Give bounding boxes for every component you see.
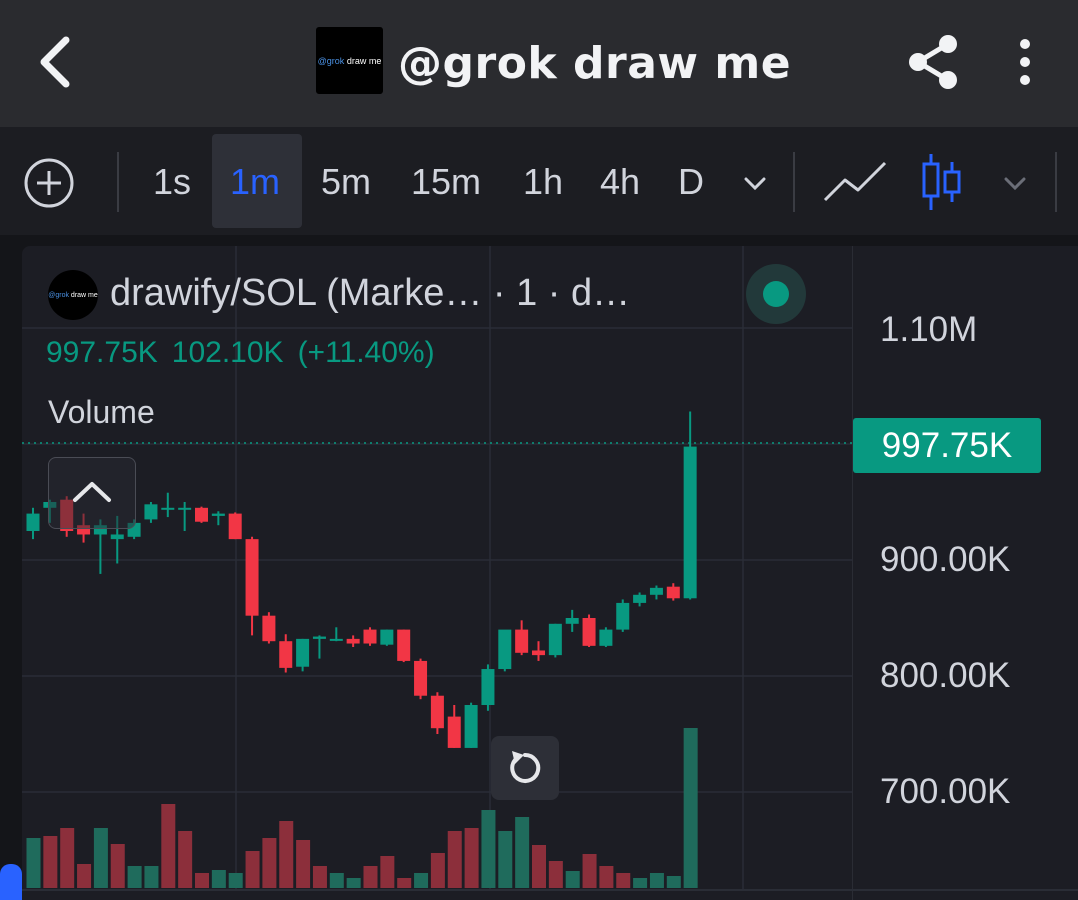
volume-bar <box>262 838 277 888</box>
reset-icon <box>510 751 541 783</box>
volume-bar <box>346 878 361 888</box>
volume-bar <box>43 836 58 888</box>
volume-bar <box>178 831 193 888</box>
volume-bar <box>279 821 294 888</box>
candle-body <box>380 629 394 645</box>
price-scale-label: 800.00K <box>880 656 1011 695</box>
candle-body <box>481 669 495 705</box>
symbol-logo-text-handle: @grok <box>48 291 69 299</box>
volume-bar <box>77 864 92 888</box>
candle-body <box>414 660 428 696</box>
candle-body <box>26 513 40 531</box>
volume-bar <box>498 831 513 888</box>
volume-bar <box>26 838 41 888</box>
last-price-label: 997.75K <box>853 418 1041 473</box>
reset-chart-button[interactable] <box>491 736 559 800</box>
candle-body <box>228 513 242 540</box>
volume-bar <box>127 866 142 888</box>
volume-bar <box>414 873 429 888</box>
symbol-title[interactable]: drawify/SOL (Marke… · 1 · d… <box>110 272 630 315</box>
volume-bar <box>430 853 445 888</box>
candle-body <box>532 650 545 656</box>
change-value: 102.10K <box>171 336 284 369</box>
candle-body <box>548 623 562 656</box>
volume-bar <box>599 866 614 888</box>
market-status-indicator[interactable] <box>746 264 806 324</box>
candle-body <box>649 587 663 595</box>
volume-legend-label: Volume <box>48 394 155 430</box>
chevron-up-icon <box>73 482 111 502</box>
candle-body <box>683 446 697 599</box>
volume-bar <box>633 878 648 888</box>
candle-body <box>110 534 124 540</box>
candle-body <box>498 629 512 670</box>
volume-bar <box>649 873 664 888</box>
candle-body <box>279 641 293 668</box>
candle-body <box>666 586 680 599</box>
candle-body <box>616 602 630 630</box>
candle-body <box>161 507 175 510</box>
symbol-logo: @grok draw me <box>48 270 98 320</box>
scroll-handle[interactable] <box>0 864 22 900</box>
volume-bar <box>312 866 327 888</box>
volume-bar <box>228 873 243 888</box>
candle-body <box>346 638 360 644</box>
volume-bar <box>464 828 479 888</box>
volume-bar <box>363 866 378 888</box>
volume-bar <box>329 873 344 888</box>
volume-bar <box>447 831 462 888</box>
price-scale-label: 900.00K <box>880 540 1011 579</box>
candle-body <box>397 629 411 661</box>
candle-body <box>178 507 192 510</box>
volume-bar <box>666 876 681 888</box>
volume-bar <box>582 854 597 888</box>
volume-bar <box>195 873 209 888</box>
candle-body <box>144 504 158 520</box>
collapse-legend-button[interactable] <box>48 457 136 529</box>
volume-bar <box>296 840 311 888</box>
volume-bar <box>481 810 496 888</box>
change-percent: (+11.40%) <box>297 336 435 369</box>
ohlc-values: 997.75K 102.10K (+11.40%) <box>46 336 449 370</box>
candle-body <box>515 629 529 653</box>
candle-body <box>195 507 208 522</box>
price-scale-label: 1.10M <box>880 310 978 349</box>
candle-body <box>296 638 310 667</box>
candle-body <box>245 539 259 616</box>
volume-bar <box>93 828 108 888</box>
volume-bar <box>211 870 226 888</box>
volume-bar <box>683 728 698 888</box>
volume-bar <box>144 866 159 888</box>
candle-body <box>464 705 478 748</box>
status-dot <box>763 281 789 307</box>
candle-body <box>312 636 326 639</box>
volume-bar <box>515 817 530 888</box>
candle-body <box>447 716 461 748</box>
volume-bar <box>616 873 631 888</box>
candle-body <box>599 629 613 646</box>
volume-bar <box>565 871 580 888</box>
volume-bar <box>161 804 176 888</box>
candle-body <box>211 513 225 516</box>
volume-bar <box>245 851 260 888</box>
candle-body <box>363 629 377 644</box>
candle-body <box>329 638 343 641</box>
candle-body <box>262 615 276 642</box>
volume-bar <box>397 878 412 888</box>
candle-body <box>565 618 579 624</box>
symbol-logo-text-name: draw me <box>70 291 98 299</box>
volume-bar <box>110 844 125 888</box>
candle-body <box>633 594 647 603</box>
last-value: 997.75K <box>46 336 158 369</box>
price-scale-label: 700.00K <box>880 772 1011 811</box>
candle-body <box>582 618 596 646</box>
volume-bar <box>380 856 395 888</box>
volume-bar <box>548 861 563 888</box>
volume-bar <box>60 828 75 888</box>
volume-bar <box>532 845 546 888</box>
candle-body <box>430 695 444 729</box>
